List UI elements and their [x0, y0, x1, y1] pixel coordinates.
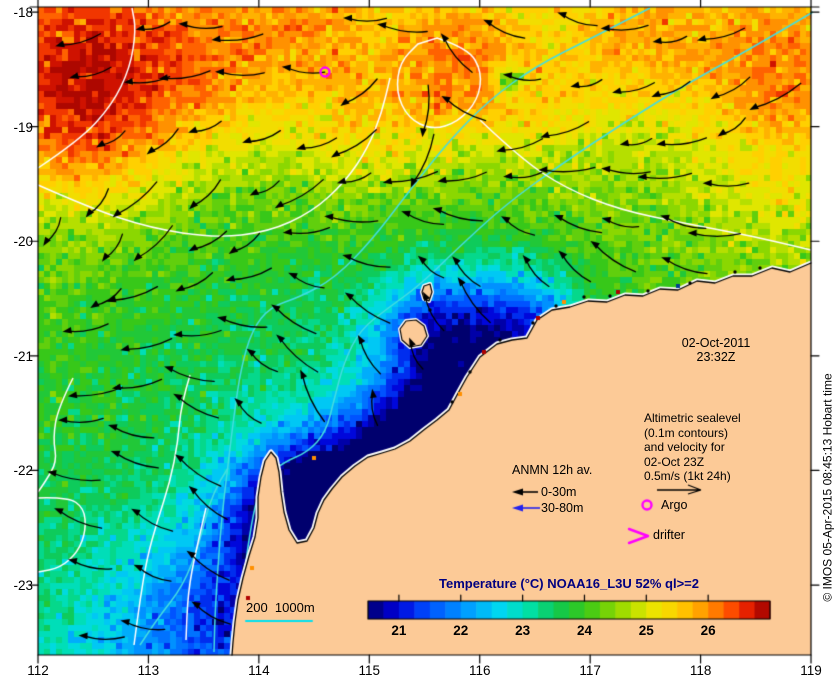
x-axis-label: 115 [358, 663, 381, 678]
x-axis-label: 116 [468, 663, 491, 678]
y-axis-label: -18 [13, 5, 33, 21]
x-axis-label: 114 [248, 663, 270, 678]
map-datetime: 02-Oct-2011 23:32Z [650, 336, 782, 364]
altimetry-note: Altimetric sealevel (0.1m contours) and ve… [644, 412, 794, 485]
colorbar-tick-label: 24 [576, 623, 592, 638]
anmn-legend-title: ANMN 12h av. [512, 463, 593, 477]
copyright-watermark: © IMOS 05-Apr-2015 08:45:13 Hobart time [820, 373, 835, 602]
argo-legend-label: Argo [661, 498, 688, 512]
drifter-legend-label: drifter [653, 528, 685, 542]
y-axis-label: -21 [13, 348, 33, 364]
anmn-legend-30-80m: 30-80m [541, 501, 584, 515]
altimetry-note-line: 02-Oct 23Z [644, 454, 705, 469]
x-axis-label: 117 [579, 663, 601, 678]
colorbar-tick-label: 25 [638, 623, 654, 638]
y-axis-label: -22 [13, 463, 33, 479]
altimetry-note-line: (0.1m contours) [644, 425, 729, 440]
colorbar-tick-label: 22 [453, 623, 469, 638]
map-time: 23:32Z [696, 350, 736, 364]
altimetry-note-line: Altimetric sealevel [644, 411, 741, 425]
y-axis-label: -23 [13, 578, 33, 594]
anmn-legend-0-30m: 0-30m [541, 485, 577, 499]
x-axis-label: 119 [800, 663, 822, 678]
x-axis-label: 112 [27, 663, 49, 678]
altimetry-note-line: 0.5m/s (1kt 24h) [644, 469, 731, 483]
colorbar-tick-label: 26 [700, 623, 716, 638]
altimetry-note-line: and velocity for [644, 440, 725, 454]
colorbar-tick-label: 21 [391, 623, 407, 638]
x-axis-label: 113 [137, 663, 160, 678]
isobath-scale-label: 200 1000m [246, 600, 315, 615]
y-axis-label: -19 [13, 119, 33, 135]
colorbar-title: Temperature (°C) NOAA16_L3U 52% ql>=2 [439, 576, 699, 591]
imos-sst-map-page: { "page": {"width": 840, "height": 680, … [0, 0, 840, 680]
colorbar-tick-label: 23 [515, 623, 531, 638]
x-axis-label: 118 [689, 663, 712, 678]
map-date: 02-Oct-2011 [681, 336, 751, 350]
y-axis-label: -20 [13, 234, 33, 250]
